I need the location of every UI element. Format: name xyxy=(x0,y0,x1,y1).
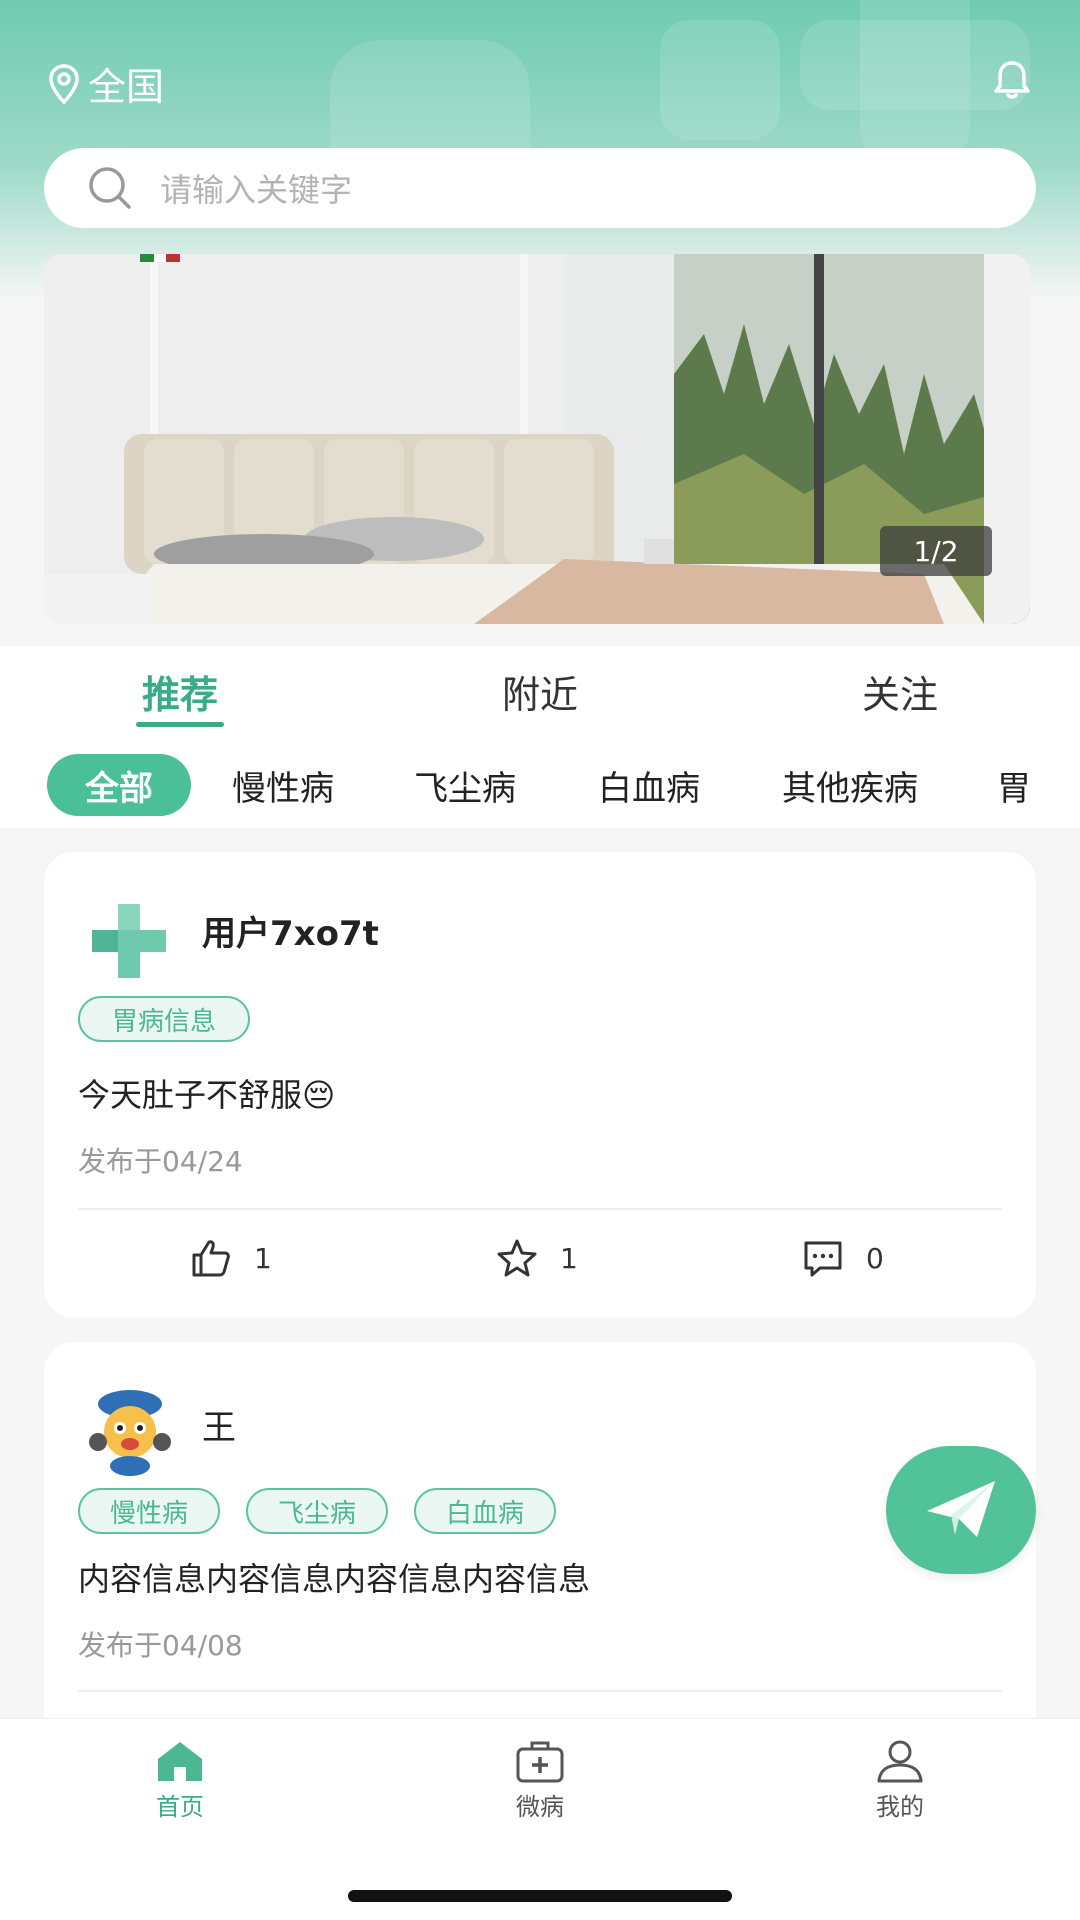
post-tag[interactable]: 慢性病 xyxy=(78,1488,220,1534)
post-content: 内容信息内容信息内容信息内容信息 xyxy=(78,1560,591,1598)
location-selector[interactable]: 全国 xyxy=(46,56,164,111)
post-card[interactable]: 王 慢性病 飞尘病 白血病 内容信息内容信息内容信息内容信息 发布于04/08 xyxy=(44,1342,1036,1762)
post-author[interactable]: 王 xyxy=(202,1400,236,1449)
medical-kit-icon xyxy=(516,1741,564,1783)
comment-button[interactable]: 0 xyxy=(802,1238,884,1278)
banner-carousel[interactable]: 1/2 xyxy=(44,254,1030,624)
location-pin-icon xyxy=(49,63,79,104)
home-indicator xyxy=(348,1890,732,1902)
category-chip-dust[interactable]: 飞尘病 xyxy=(398,754,532,816)
favorite-button[interactable]: 1 xyxy=(496,1238,578,1278)
paper-plane-icon xyxy=(927,1481,995,1537)
home-icon xyxy=(158,1742,202,1781)
nav-micro-disease-label: 微病 xyxy=(516,1793,564,1821)
category-chips: 全部 慢性病 飞尘病 白血病 其他疾病 胃 xyxy=(0,754,1080,816)
publish-post-button[interactable] xyxy=(886,1446,1036,1574)
tab-recommend[interactable]: 推荐 xyxy=(80,664,280,719)
nav-home[interactable]: 首页 xyxy=(80,1739,280,1822)
category-chip-leukemia[interactable]: 白血病 xyxy=(582,754,716,816)
post-content: 今天肚子不舒服😔 xyxy=(78,1076,336,1114)
medical-cross-icon xyxy=(92,904,166,978)
thumbs-up-icon xyxy=(192,1240,230,1277)
like-count: 1 xyxy=(254,1241,272,1275)
search-placeholder: 请输入关键字 xyxy=(160,171,353,209)
active-tab-underline xyxy=(136,722,224,727)
post-card[interactable]: 用户7xo7t 胃病信息 今天肚子不舒服😔 发布于04/24 1 1 0 xyxy=(44,852,1036,1318)
favorite-count: 1 xyxy=(560,1241,578,1275)
nav-profile-label: 我的 xyxy=(876,1793,924,1821)
post-tag[interactable]: 白血病 xyxy=(414,1488,556,1534)
tab-nearby[interactable]: 附近 xyxy=(440,664,640,719)
category-chip-stomach[interactable]: 胃 xyxy=(992,754,1036,816)
category-chip-chronic[interactable]: 慢性病 xyxy=(216,754,350,816)
like-button[interactable]: 1 xyxy=(190,1238,272,1278)
post-author[interactable]: 用户7xo7t xyxy=(202,906,379,955)
notification-bell-icon[interactable] xyxy=(990,58,1034,106)
cartoon-avatar-icon xyxy=(89,1390,171,1476)
comment-icon xyxy=(804,1241,842,1277)
nav-micro-disease[interactable]: 微病 xyxy=(440,1739,640,1822)
search-bar[interactable]: 请输入关键字 xyxy=(44,148,1036,228)
post-tag[interactable]: 胃病信息 xyxy=(78,996,250,1042)
nav-profile[interactable]: 我的 xyxy=(800,1739,1000,1822)
comment-count: 0 xyxy=(866,1241,884,1275)
user-icon xyxy=(877,1740,923,1783)
banner-page-indicator: 1/2 xyxy=(880,526,992,576)
post-date: 发布于04/24 xyxy=(78,1145,243,1178)
post-divider xyxy=(78,1208,1002,1210)
post-tag[interactable]: 飞尘病 xyxy=(246,1488,388,1534)
search-icon xyxy=(89,167,131,209)
category-chip-all[interactable]: 全部 xyxy=(47,754,191,816)
post-date: 发布于04/08 xyxy=(78,1629,243,1662)
location-label: 全国 xyxy=(88,65,165,109)
nav-home-label: 首页 xyxy=(156,1793,204,1821)
star-icon xyxy=(497,1239,537,1277)
post-divider xyxy=(78,1690,1002,1692)
category-chip-other[interactable]: 其他疾病 xyxy=(766,754,934,816)
tab-following[interactable]: 关注 xyxy=(800,664,1000,719)
